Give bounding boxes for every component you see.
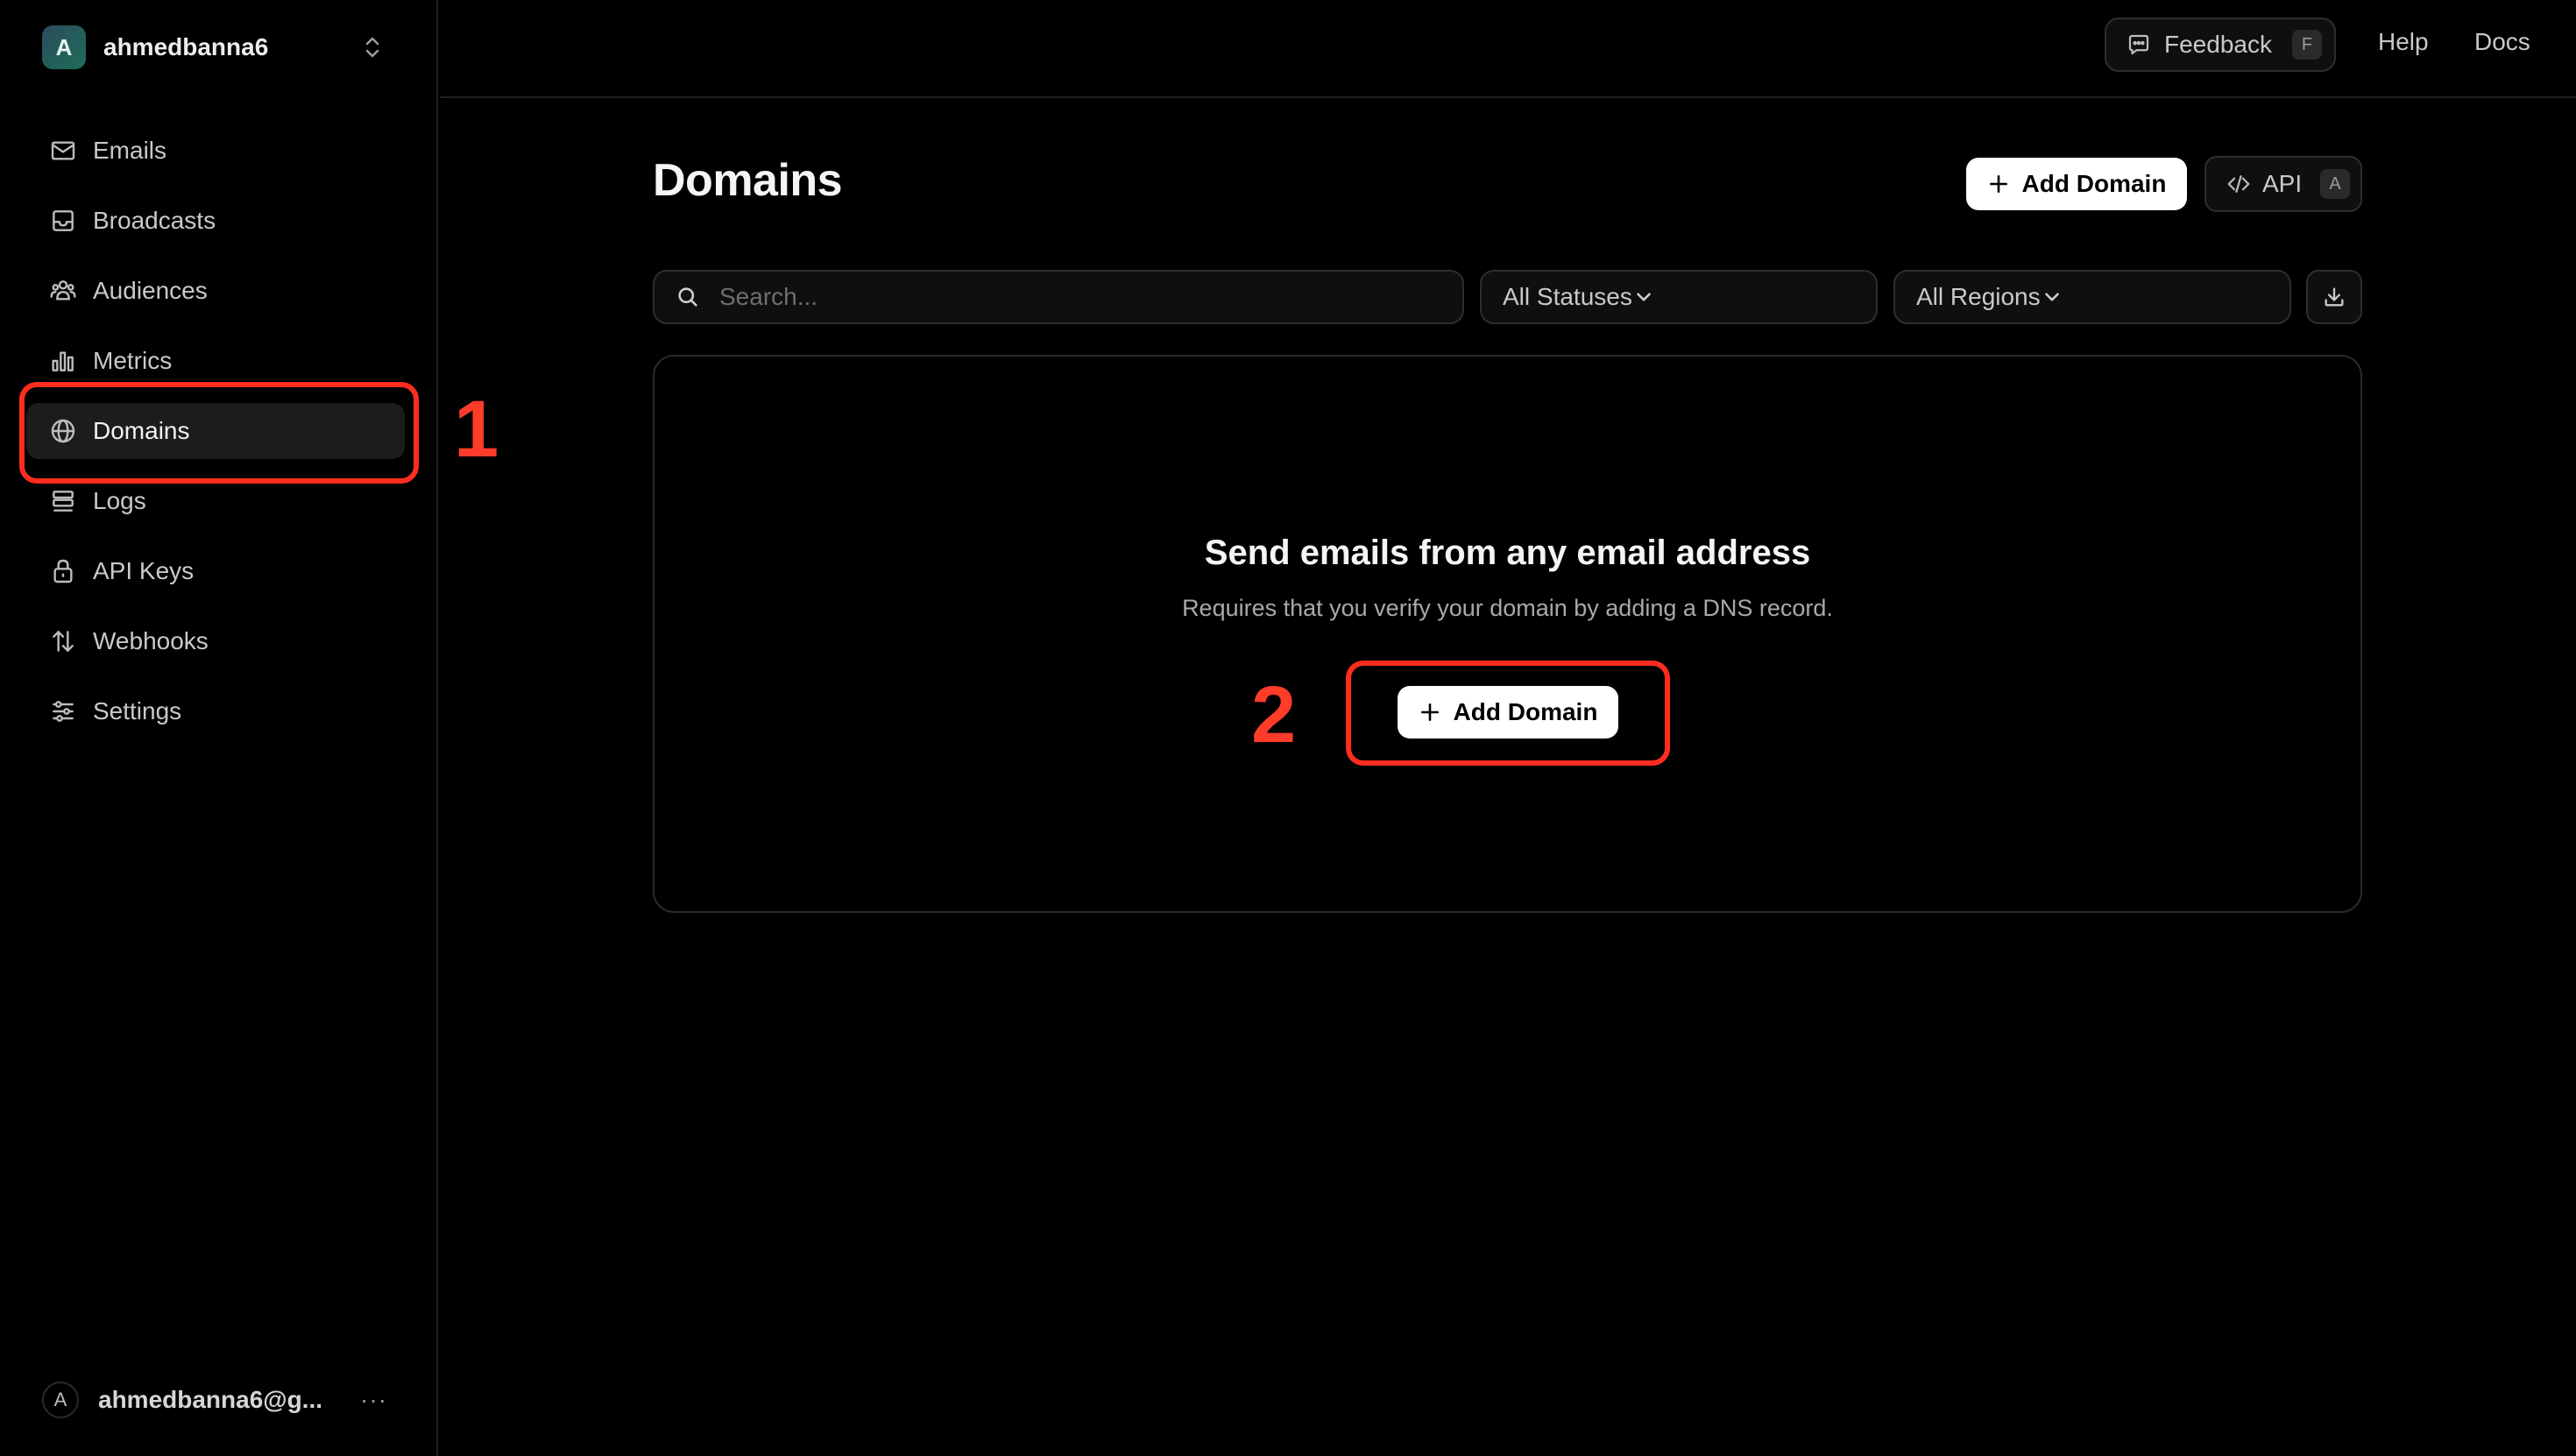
status-select-value: All Statuses [1503, 283, 1632, 310]
step-number-1: 1 [454, 385, 499, 474]
sidebar-item-label: Audiences [93, 277, 208, 304]
search-box[interactable] [653, 270, 1464, 324]
sliders-icon [49, 697, 93, 725]
sidebar-item-label: Emails [93, 137, 167, 164]
plus-icon [1987, 173, 2022, 195]
sidebar-item-audiences[interactable]: Audiences [26, 263, 405, 319]
sidebar-item-label: Webhooks [93, 627, 209, 654]
sidebar: A ahmedbanna6 Emails Broadcasts Audience… [0, 0, 438, 1456]
status-select[interactable]: All Statuses [1480, 270, 1878, 324]
sidebar-item-label: API Keys [93, 557, 195, 584]
code-icon [2226, 171, 2262, 197]
users-icon [49, 277, 93, 305]
highlight-box-add-domain [1346, 661, 1670, 766]
search-input[interactable] [719, 283, 1420, 311]
add-domain-label: Add Domain [2021, 170, 2167, 197]
user-email: ahmedbanna6@g... [98, 1386, 323, 1413]
step-number-2: 2 [1251, 670, 1297, 760]
chat-bubble-icon [2126, 32, 2164, 58]
sidebar-item-settings[interactable]: Settings [26, 683, 405, 739]
feedback-shortcut: F [2292, 30, 2322, 60]
feedback-button[interactable]: Feedback F [2105, 18, 2336, 72]
sidebar-item-api-keys[interactable]: API Keys [26, 543, 405, 599]
empty-state-title: Send emails from any email address [1204, 534, 1811, 572]
region-select[interactable]: All Regions [1893, 270, 2291, 324]
help-link[interactable]: Help [2378, 28, 2429, 56]
export-button[interactable] [2306, 270, 2362, 324]
sidebar-item-label: Metrics [93, 347, 173, 374]
download-icon [2322, 285, 2346, 309]
sidebar-item-label: Settings [93, 697, 182, 724]
bar-chart-icon [49, 347, 93, 375]
region-select-value: All Regions [1916, 283, 2041, 310]
docs-link[interactable]: Docs [2474, 28, 2530, 56]
team-name: ahmedbanna6 [103, 33, 269, 60]
mail-icon [49, 137, 93, 165]
api-shortcut: A [2320, 169, 2350, 199]
sidebar-item-label: Logs [93, 487, 146, 514]
api-button[interactable]: API A [2204, 156, 2362, 212]
logs-icon [49, 487, 93, 515]
user-menu[interactable]: A ahmedbanna6@g... ··· [42, 1372, 398, 1428]
feedback-label: Feedback [2164, 31, 2272, 58]
search-icon [676, 285, 719, 309]
chevron-up-down-icon [363, 35, 382, 60]
empty-state-subtitle: Requires that you verify your domain by … [1182, 595, 1833, 621]
page-title: Domains [653, 155, 843, 206]
lock-icon [49, 557, 93, 585]
more-icon[interactable]: ··· [360, 1386, 387, 1414]
sidebar-item-broadcasts[interactable]: Broadcasts [26, 193, 405, 249]
highlight-box-domains [19, 382, 419, 484]
team-switcher[interactable]: A ahmedbanna6 [42, 25, 398, 70]
add-domain-button[interactable]: Add Domain [1966, 158, 2187, 210]
sidebar-item-label: Broadcasts [93, 207, 216, 234]
team-avatar: A [42, 25, 86, 69]
sidebar-item-metrics[interactable]: Metrics [26, 333, 405, 389]
sidebar-item-emails[interactable]: Emails [26, 123, 405, 179]
chevron-down-icon [2041, 286, 2063, 308]
inbox-icon [49, 207, 93, 235]
chevron-down-icon [1632, 286, 1655, 308]
arrows-up-down-icon [49, 627, 93, 655]
sidebar-item-webhooks[interactable]: Webhooks [26, 613, 405, 669]
empty-state-card: Send emails from any email address Requi… [653, 355, 2362, 913]
api-label: API [2262, 170, 2303, 197]
avatar: A [42, 1382, 79, 1418]
